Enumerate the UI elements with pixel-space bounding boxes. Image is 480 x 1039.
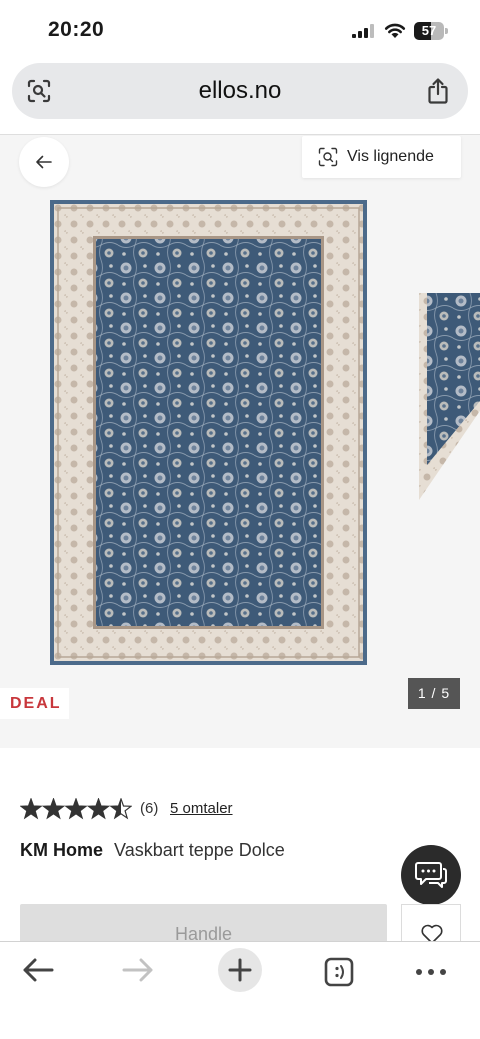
plus-icon bbox=[228, 958, 252, 982]
rating-stars bbox=[20, 798, 132, 820]
product-image-rug[interactable] bbox=[50, 200, 367, 665]
tabs-button[interactable] bbox=[323, 942, 357, 1002]
more-button[interactable] bbox=[414, 942, 448, 1002]
more-icon bbox=[416, 969, 446, 975]
star-fill bbox=[88, 799, 109, 818]
show-similar-button[interactable]: Vis lignende bbox=[302, 136, 461, 178]
reviews-link[interactable]: 5 omtaler bbox=[170, 800, 233, 817]
star-fill bbox=[21, 799, 41, 818]
tabs-icon bbox=[324, 957, 354, 987]
new-tab-button[interactable] bbox=[218, 948, 262, 992]
deal-badge: DEAL bbox=[0, 688, 69, 719]
status-time: 20:20 bbox=[48, 18, 105, 41]
visual-search-icon bbox=[318, 147, 338, 167]
browser-toolbar bbox=[0, 941, 480, 1039]
page-settings-icon[interactable] bbox=[26, 78, 52, 104]
address-bar[interactable]: ellos.no bbox=[12, 63, 468, 119]
battery-icon: 57 bbox=[414, 22, 448, 40]
url-domain[interactable]: ellos.no bbox=[72, 63, 408, 119]
show-similar-label: Vis lignende bbox=[347, 148, 434, 165]
back-arrow-icon bbox=[23, 958, 54, 982]
status-bar: 20:20 57 bbox=[0, 0, 480, 60]
star-fill bbox=[43, 799, 64, 818]
product-image-gallery[interactable]: Vis lignende DEAL 1 / 5 bbox=[0, 135, 480, 748]
forward-arrow-icon bbox=[122, 958, 153, 982]
rating-count: (6) bbox=[140, 800, 159, 817]
arrow-left-icon bbox=[36, 155, 52, 169]
wifi-icon bbox=[384, 23, 406, 38]
chat-button[interactable] bbox=[401, 845, 461, 905]
browser-back-button[interactable] bbox=[22, 942, 58, 1002]
browser-forward-button[interactable] bbox=[122, 942, 158, 1002]
product-brand[interactable]: KM Home bbox=[20, 840, 103, 860]
chat-icon bbox=[415, 862, 447, 888]
image-counter: 1 / 5 bbox=[408, 678, 460, 709]
next-product-image[interactable] bbox=[419, 293, 480, 500]
signal-icon bbox=[352, 24, 374, 38]
share-icon[interactable] bbox=[426, 77, 450, 105]
star-fill bbox=[66, 799, 86, 818]
deal-label: DEAL bbox=[10, 695, 62, 712]
product-name: Vaskbart teppe Dolce bbox=[114, 840, 285, 860]
product-title: KM Home Vaskbart teppe Dolce bbox=[20, 840, 285, 861]
battery-level: 57 bbox=[421, 23, 437, 38]
back-button[interactable] bbox=[19, 137, 69, 187]
